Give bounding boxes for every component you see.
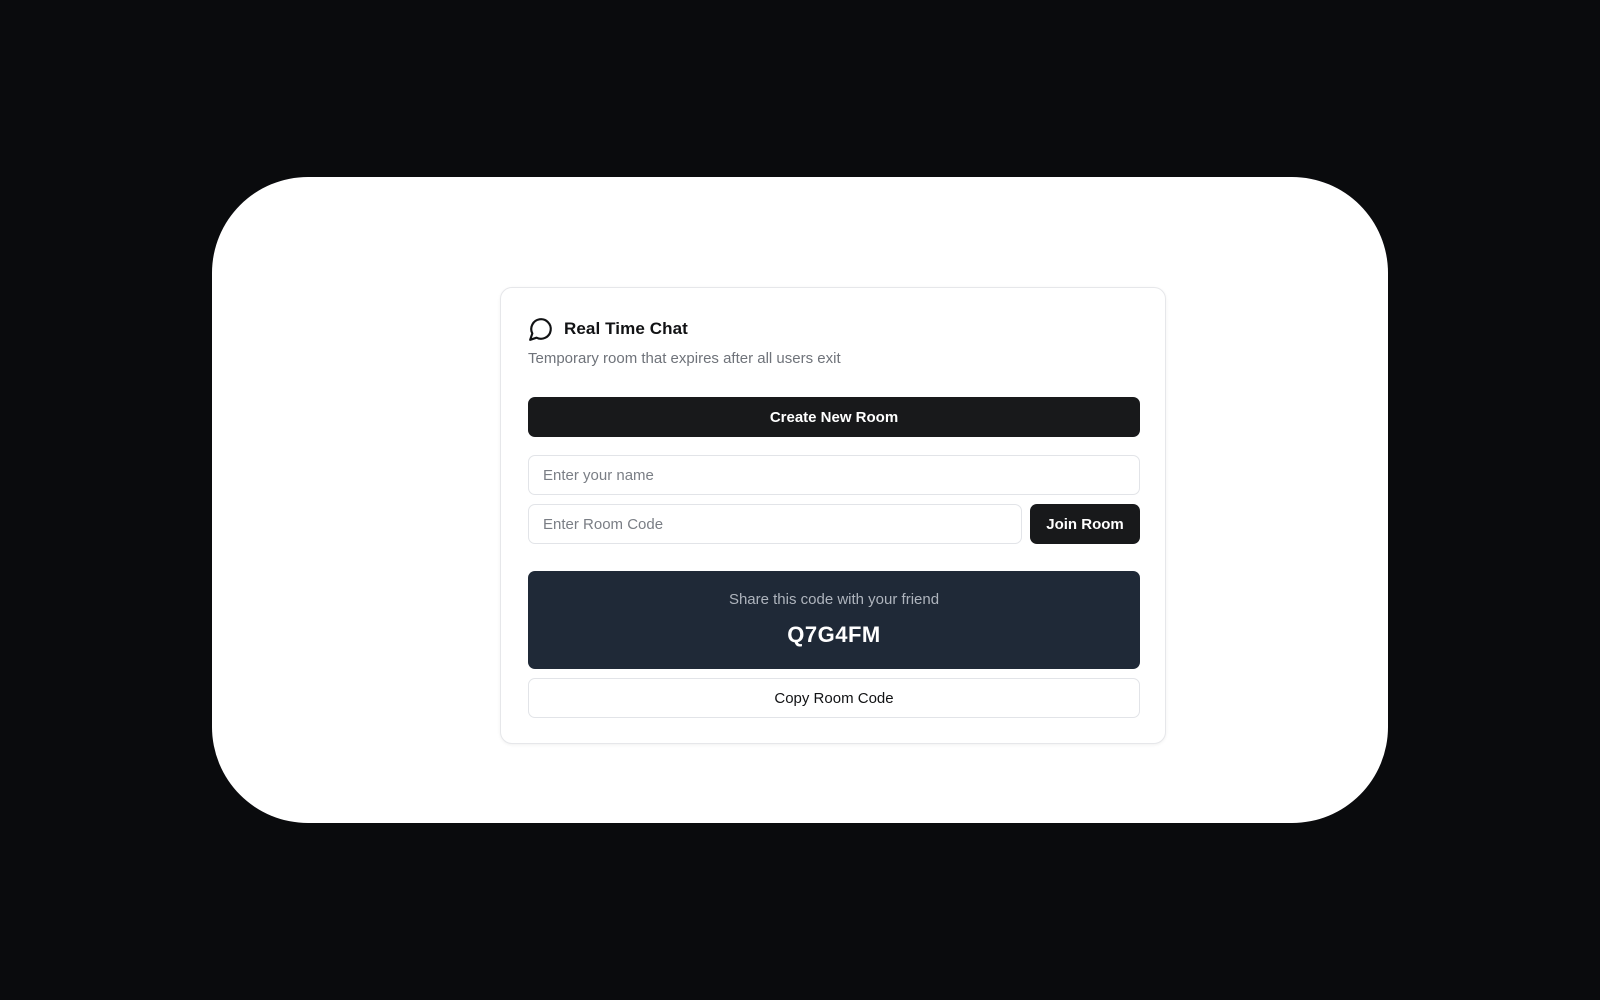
room-code-input[interactable] bbox=[528, 504, 1022, 544]
name-input[interactable] bbox=[528, 455, 1140, 495]
page-title: Real Time Chat bbox=[564, 319, 688, 338]
share-code-label: Share this code with your friend bbox=[728, 591, 940, 608]
create-room-button[interactable]: Create New Room bbox=[528, 397, 1140, 437]
join-room-button[interactable]: Join Room bbox=[1030, 504, 1140, 544]
message-circle-icon bbox=[528, 316, 554, 342]
share-code-panel: Share this code with your friend Q7G4FM bbox=[528, 571, 1140, 669]
copy-room-code-button[interactable]: Copy Room Code bbox=[528, 678, 1140, 718]
room-code-display: Q7G4FM bbox=[787, 622, 881, 647]
chat-card: Real Time Chat Temporary room that expir… bbox=[500, 287, 1166, 744]
card-header: Real Time Chat bbox=[528, 315, 688, 343]
page-subtitle: Temporary room that expires after all us… bbox=[528, 350, 841, 367]
